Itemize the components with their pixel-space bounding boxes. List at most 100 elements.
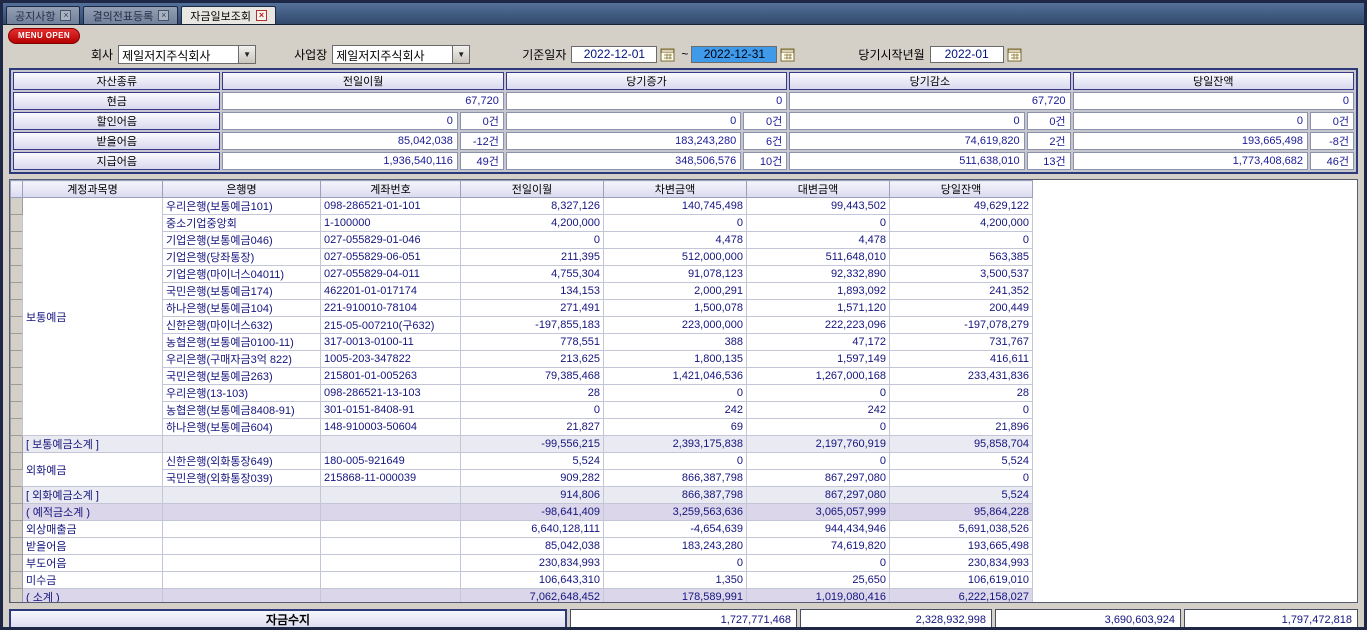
row-selector[interactable] xyxy=(11,453,23,470)
detail-row[interactable]: [ 외화예금소계 ]914,806866,387,798867,297,0805… xyxy=(11,487,1033,504)
close-icon[interactable]: × xyxy=(60,10,71,21)
row-selector[interactable] xyxy=(11,215,23,232)
detail-row[interactable]: 농협은행(보통예금8408-91)301-0151-8408-910242242… xyxy=(11,402,1033,419)
asset-type-cell: 할인어음 xyxy=(13,112,220,130)
company-select[interactable]: 제일저지주식회사 ▼ xyxy=(118,45,256,64)
amount-cell: 213,625 xyxy=(461,351,604,368)
funds-balance-value: 1,727,771,468 xyxy=(570,609,797,630)
amount-cell: -99,556,215 xyxy=(461,436,604,453)
account-number-cell: 027-055829-06-051 xyxy=(321,249,461,266)
detail-row[interactable]: ( 소계 )7,062,648,452178,589,9911,019,080,… xyxy=(11,589,1033,604)
account-name-cell: ( 예적금소계 ) xyxy=(23,504,163,521)
row-selector[interactable] xyxy=(11,538,23,555)
detail-row[interactable]: 외상매출금6,640,128,111-4,654,639944,434,9465… xyxy=(11,521,1033,538)
row-selector[interactable] xyxy=(11,555,23,572)
row-selector[interactable] xyxy=(11,589,23,604)
amount-cell: 91,078,123 xyxy=(604,266,747,283)
amount-cell: 867,297,080 xyxy=(747,487,890,504)
row-selector[interactable] xyxy=(11,419,23,436)
detail-row[interactable]: ( 예적금소계 )-98,641,4093,259,563,6363,065,0… xyxy=(11,504,1033,521)
amount-cell: 4,200,000 xyxy=(890,215,1033,232)
detail-table: 계정과목명 은행명 계좌번호 전일이월 차변금액 대변금액 당일잔액 보통예금우… xyxy=(10,180,1033,603)
period-start-input[interactable]: 2022-01 xyxy=(930,46,1004,63)
detail-row[interactable]: 중소기업중앙회1-1000004,200,000004,200,000 xyxy=(11,215,1033,232)
detail-row[interactable]: 외화예금신한은행(외화통장649)180-005-9216495,524005,… xyxy=(11,453,1033,470)
detail-row[interactable]: 우리은행(구매자금3억 822)1005-203-347822213,6251,… xyxy=(11,351,1033,368)
close-icon[interactable]: × xyxy=(158,10,169,21)
amount-cell: 230,834,993 xyxy=(890,555,1033,572)
calendar-icon[interactable] xyxy=(660,47,675,62)
detail-row[interactable]: 하나은행(보통예금604)148-910003-5060421,82769021… xyxy=(11,419,1033,436)
detail-row[interactable]: 부도어음230,834,99300230,834,993 xyxy=(11,555,1033,572)
amount-cell: 28 xyxy=(461,385,604,402)
amount-cell: -4,654,639 xyxy=(604,521,747,538)
row-selector[interactable] xyxy=(11,300,23,317)
close-icon[interactable]: × xyxy=(256,10,267,21)
row-selector[interactable] xyxy=(11,436,23,453)
detail-header-today-balance: 당일잔액 xyxy=(890,181,1033,198)
amount-cell: 242 xyxy=(604,402,747,419)
account-name-cell: 미수금 xyxy=(23,572,163,589)
row-selector[interactable] xyxy=(11,283,23,300)
account-number-cell: 215-05-007210(구632) xyxy=(321,317,461,334)
summary-header-row: 자산종류 전일이월 당기증가 당기감소 당일잔액 xyxy=(13,72,1354,90)
amount-cell: 511,638,010 xyxy=(789,152,1024,170)
amount-cell: 193,665,498 xyxy=(1073,132,1308,150)
detail-row[interactable]: 기업은행(마이너스04011)027-055829-04-0114,755,30… xyxy=(11,266,1033,283)
amount-cell: 5,524 xyxy=(461,453,604,470)
tab-daily-funds-report[interactable]: 자금일보조회 × xyxy=(181,6,276,24)
date-to-input[interactable]: 2022-12-31 xyxy=(691,46,777,63)
calendar-icon[interactable] xyxy=(1007,47,1022,62)
row-selector[interactable] xyxy=(11,572,23,589)
row-selector[interactable] xyxy=(11,266,23,283)
detail-row[interactable]: 받을어음85,042,038183,243,28074,619,820193,6… xyxy=(11,538,1033,555)
row-selector[interactable] xyxy=(11,385,23,402)
account-number-cell: 301-0151-8408-91 xyxy=(321,402,461,419)
detail-row[interactable]: 신한은행(마이너스632)215-05-007210(구632)-197,855… xyxy=(11,317,1033,334)
row-selector[interactable] xyxy=(11,232,23,249)
detail-row[interactable]: 기업은행(보통예금046)027-055829-01-04604,4784,47… xyxy=(11,232,1033,249)
row-selector[interactable] xyxy=(11,249,23,266)
amount-cell: 47,172 xyxy=(747,334,890,351)
amount-cell: 134,153 xyxy=(461,283,604,300)
amount-cell: 74,619,820 xyxy=(789,132,1024,150)
detail-row[interactable]: 하나은행(보통예금104)221-910010-78104271,4911,50… xyxy=(11,300,1033,317)
detail-grid-panel: 계정과목명 은행명 계좌번호 전일이월 차변금액 대변금액 당일잔액 보통예금우… xyxy=(9,179,1358,603)
detail-row[interactable]: 국민은행(외화통장039)215868-11-000039909,282866,… xyxy=(11,470,1033,487)
row-selector[interactable] xyxy=(11,351,23,368)
row-selector[interactable] xyxy=(11,470,23,487)
detail-row[interactable]: 국민은행(보통예금174)462201-01-017174134,1532,00… xyxy=(11,283,1033,300)
detail-header-debit: 차변금액 xyxy=(604,181,747,198)
row-selector[interactable] xyxy=(11,368,23,385)
account-number-cell: 1005-203-347822 xyxy=(321,351,461,368)
tab-notice[interactable]: 공지사항 × xyxy=(6,6,80,24)
row-selector[interactable] xyxy=(11,198,23,215)
row-selector[interactable] xyxy=(11,317,23,334)
amount-cell: 4,478 xyxy=(747,232,890,249)
detail-row[interactable]: 기업은행(당좌통장)027-055829-06-051211,395512,00… xyxy=(11,249,1033,266)
detail-row[interactable]: 국민은행(보통예금263)215801-01-00526379,385,4681… xyxy=(11,368,1033,385)
account-name-cell: [ 보통예금소계 ] xyxy=(23,436,163,453)
detail-row[interactable]: [ 보통예금소계 ]-99,556,2152,393,175,8382,197,… xyxy=(11,436,1033,453)
site-select[interactable]: 제일저지주식회사 ▼ xyxy=(332,45,470,64)
amount-cell: 1,500,078 xyxy=(604,300,747,317)
amount-cell: 778,551 xyxy=(461,334,604,351)
calendar-icon[interactable] xyxy=(780,47,795,62)
detail-row[interactable]: 미수금106,643,3101,35025,650106,619,010 xyxy=(11,572,1033,589)
date-from-input[interactable]: 2022-12-01 xyxy=(571,46,657,63)
row-selector[interactable] xyxy=(11,504,23,521)
row-selector[interactable] xyxy=(11,334,23,351)
detail-row[interactable]: 우리은행(13-103)098-286521-13-103280028 xyxy=(11,385,1033,402)
chevron-down-icon[interactable]: ▼ xyxy=(238,46,255,63)
amount-cell: 1,800,135 xyxy=(604,351,747,368)
amount-cell: -197,855,183 xyxy=(461,317,604,334)
row-selector[interactable] xyxy=(11,521,23,538)
amount-cell: 416,611 xyxy=(890,351,1033,368)
detail-row[interactable]: 보통예금우리은행(보통예금101)098-286521-01-1018,327,… xyxy=(11,198,1033,215)
chevron-down-icon[interactable]: ▼ xyxy=(452,46,469,63)
detail-row[interactable]: 농협은행(보통예금0100-11)317-0013-0100-11778,551… xyxy=(11,334,1033,351)
row-selector[interactable] xyxy=(11,402,23,419)
tab-voucher-entry[interactable]: 결의전표등록 × xyxy=(83,6,178,24)
row-selector[interactable] xyxy=(11,487,23,504)
bank-name-cell: 우리은행(구매자금3억 822) xyxy=(163,351,321,368)
